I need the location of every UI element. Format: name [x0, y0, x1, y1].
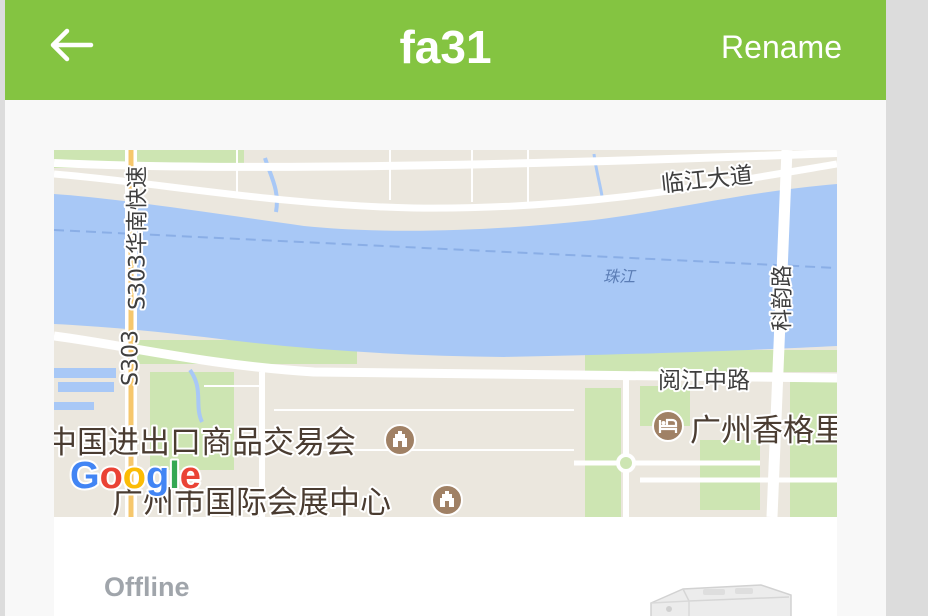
road-label-south: 阅江中路	[658, 368, 750, 394]
road-label-right: 科韵路	[771, 265, 796, 331]
landmark-icon[interactable]	[431, 484, 463, 516]
poi-label-hotel[interactable]: 广州香格里	[688, 411, 837, 451]
rename-button[interactable]: Rename	[721, 28, 842, 66]
device-info-panel: Offline	[54, 517, 837, 616]
park-area	[790, 382, 837, 517]
map-canvas[interactable]: 临江大道 S303华南快速 S303 珠江 科韵路 阅江中路 中国进出口商品交易…	[54, 150, 837, 517]
pond	[54, 368, 116, 378]
location-map[interactable]: 临江大道 S303华南快速 S303 珠江 科韵路 阅江中路 中国进出口商品交易…	[54, 150, 837, 517]
park-area	[700, 440, 760, 510]
expressway-label: S303华南快速	[126, 166, 151, 310]
park-area	[585, 388, 621, 517]
river-label: 珠江	[603, 267, 637, 286]
device-detail-screen: fa31 Rename 临江大道 S303华南快速 S303 珠江 科韵路 阅江…	[5, 0, 886, 616]
device-card[interactable]: 临江大道 S303华南快速 S303 珠江 科韵路 阅江中路 中国进出口商品交易…	[54, 150, 837, 616]
top-app-bar: fa31 Rename	[5, 0, 886, 100]
device-status-label: Offline	[104, 572, 190, 602]
google-logo-letter: o	[100, 455, 123, 497]
google-logo-letter: e	[180, 455, 201, 497]
hotel-icon[interactable]	[652, 410, 684, 442]
google-logo-letter: o	[123, 455, 146, 497]
pond	[58, 382, 114, 392]
google-logo: Google	[70, 455, 201, 497]
expressway-short-label: S303	[119, 330, 144, 386]
google-logo-letter: G	[70, 455, 100, 497]
landmark-icon[interactable]	[384, 424, 416, 456]
roundabout	[616, 453, 636, 473]
device-image	[639, 579, 799, 616]
google-logo-letter: g	[146, 455, 169, 497]
pond	[54, 402, 94, 410]
google-logo-letter: l	[169, 455, 180, 497]
